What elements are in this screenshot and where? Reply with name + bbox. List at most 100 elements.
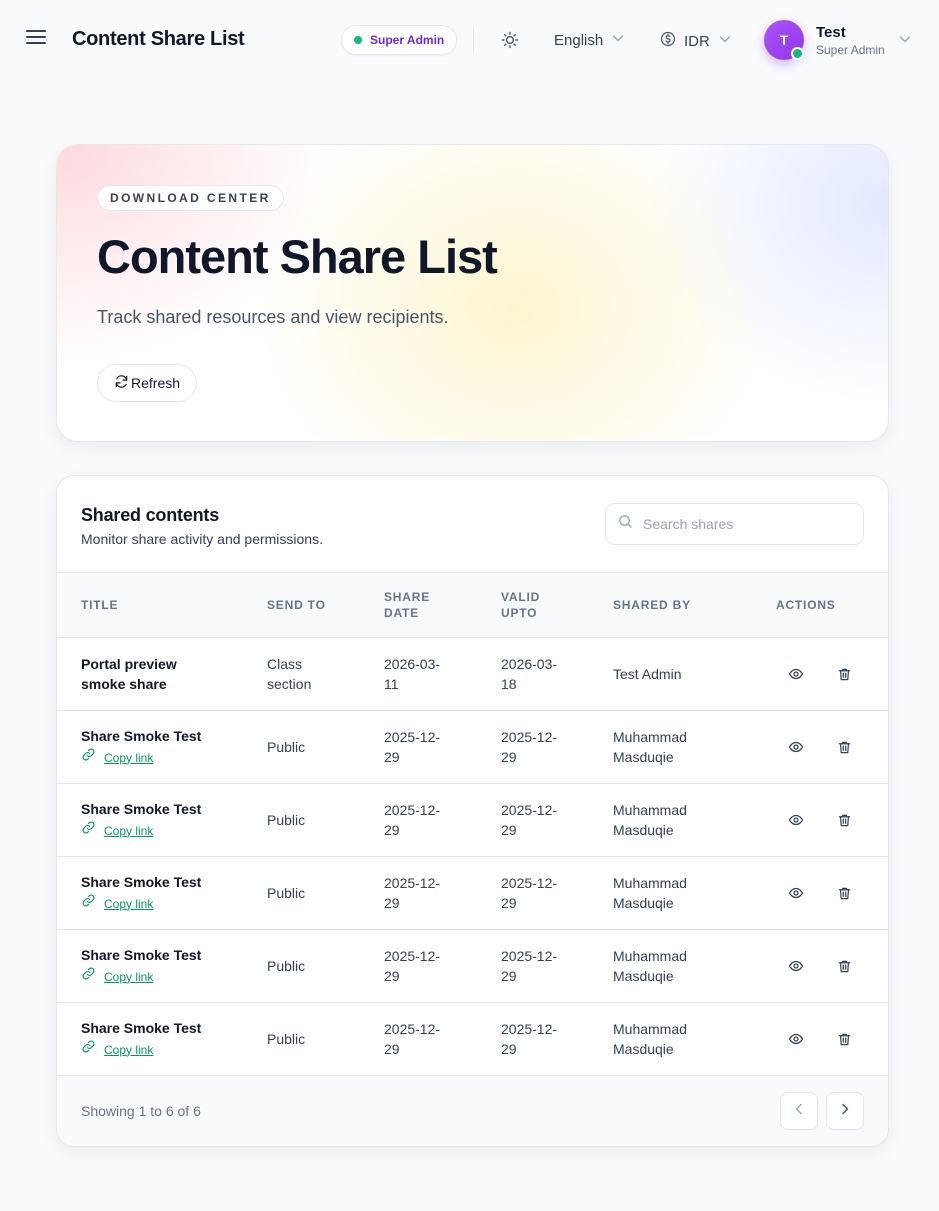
divider: [473, 28, 474, 52]
chevron-right-icon: [838, 1102, 852, 1121]
cell-shared-by: Muhammad Masduqie: [613, 1021, 687, 1057]
refresh-button[interactable]: Refresh: [97, 364, 198, 402]
cell-share-date: 2026-03-11: [384, 656, 441, 692]
search-box: [605, 503, 864, 545]
trash-icon[interactable]: [834, 883, 854, 903]
link-icon: [81, 966, 96, 987]
eye-icon[interactable]: [786, 883, 806, 903]
copy-link-button[interactable]: Copy link: [81, 747, 211, 768]
table-row: Share Smoke Test Copy link Public 2025-12-2…: [57, 1003, 888, 1076]
trash-icon[interactable]: [834, 1029, 854, 1049]
cell-share-date: 2025-12-29: [384, 729, 441, 765]
eye-icon[interactable]: [786, 664, 806, 684]
trash-icon[interactable]: [834, 810, 854, 830]
language-label: English: [554, 31, 604, 49]
hero-title: Content Share List: [97, 230, 498, 283]
currency-select[interactable]: IDR: [660, 31, 732, 51]
link-icon: [81, 1039, 96, 1060]
cell-title: Share Smoke Test Copy link: [81, 1018, 211, 1060]
user-name: Test: [816, 24, 846, 41]
user-menu[interactable]: T Test Super Admin: [764, 20, 914, 62]
column-header-valid-upto: VALID UPTO: [501, 590, 541, 620]
search-icon: [618, 514, 633, 534]
cell-valid-upto: 2025-12-29: [501, 948, 558, 984]
eye-icon[interactable]: [786, 956, 806, 976]
hero-subtitle: Track shared resources and view recipien…: [97, 307, 449, 327]
cell-title: Share Smoke Test Copy link: [81, 726, 211, 768]
column-header-title: TITLE: [81, 598, 119, 612]
cell-send-to: Public: [267, 885, 306, 901]
cell-send-to: Public: [267, 739, 306, 755]
role-badge: Super Admin: [341, 25, 458, 55]
card-subtitle: Monitor share activity and permissions.: [81, 531, 323, 547]
top-bar: Content Share List Super Admin English I…: [0, 0, 939, 80]
cell-valid-upto: 2025-12-29: [501, 729, 558, 765]
link-icon: [81, 893, 96, 914]
link-icon: [81, 747, 96, 768]
next-page-button[interactable]: [826, 1092, 864, 1130]
chevron-down-icon: [718, 32, 732, 50]
currency-label: IDR: [684, 32, 710, 50]
trash-icon[interactable]: [834, 737, 854, 757]
copy-link-label: Copy link: [104, 969, 154, 984]
chevron-left-icon: [792, 1102, 806, 1121]
copy-link-button[interactable]: Copy link: [81, 966, 211, 987]
cell-shared-by: Muhammad Masduqie: [613, 802, 687, 838]
eye-icon[interactable]: [786, 810, 806, 830]
copy-link-label: Copy link: [104, 823, 154, 838]
eyebrow-badge: DOWNLOAD CENTER: [97, 185, 284, 211]
cell-shared-by: Muhammad Masduqie: [613, 729, 687, 765]
cell-send-to: Public: [267, 958, 306, 974]
table-header: TITLE SEND TO SHARE DATE VALID UPTO SHAR…: [57, 572, 888, 638]
cell-share-date: 2025-12-29: [384, 1021, 441, 1057]
eye-icon[interactable]: [786, 1029, 806, 1049]
copy-link-label: Copy link: [104, 1042, 154, 1057]
table-body: Portal preview smoke share Class section 2…: [57, 638, 888, 1076]
column-header-shared-by: SHARED BY: [613, 598, 691, 612]
copy-link-button[interactable]: Copy link: [81, 1039, 211, 1060]
hamburger-menu-icon[interactable]: [26, 30, 46, 50]
trash-icon[interactable]: [834, 664, 854, 684]
table-row: Portal preview smoke share Class section 2…: [57, 638, 888, 711]
cell-shared-by: Muhammad Masduqie: [613, 875, 687, 911]
cell-share-date: 2025-12-29: [384, 948, 441, 984]
page-title: Content Share List: [72, 28, 245, 50]
refresh-label: Refresh: [131, 375, 181, 391]
online-dot: [354, 36, 362, 44]
cell-title: Share Smoke Test Copy link: [81, 872, 211, 914]
shared-contents-card: Shared contents Monitor share activity a…: [56, 475, 889, 1147]
cell-share-date: 2025-12-29: [384, 875, 441, 911]
cell-send-to: Public: [267, 1031, 306, 1047]
copy-link-button[interactable]: Copy link: [81, 820, 211, 841]
cell-title: Portal preview smoke share: [81, 654, 211, 694]
row-title: Share Smoke Test: [81, 1020, 202, 1036]
trash-icon[interactable]: [834, 956, 854, 976]
column-header-actions: ACTIONS: [776, 598, 836, 612]
sun-icon[interactable]: [500, 30, 520, 50]
cell-send-to: Class section: [267, 656, 312, 692]
cell-valid-upto: 2025-12-29: [501, 802, 558, 838]
cell-share-date: 2025-12-29: [384, 802, 441, 838]
cell-valid-upto: 2025-12-29: [501, 1021, 558, 1057]
chevron-down-icon: [611, 31, 625, 49]
eye-icon[interactable]: [786, 737, 806, 757]
dollar-circle-icon: [660, 31, 676, 51]
copy-link-label: Copy link: [104, 750, 154, 765]
previous-page-button[interactable]: [780, 1092, 818, 1130]
copy-link-label: Copy link: [104, 896, 154, 911]
column-header-send-to: SEND TO: [267, 598, 326, 612]
column-header-share-date: SHARE DATE: [384, 590, 431, 620]
row-title: Share Smoke Test: [81, 801, 202, 817]
table-row: Share Smoke Test Copy link Public 2025-12-2…: [57, 857, 888, 930]
row-title: Share Smoke Test: [81, 728, 202, 744]
table-row: Share Smoke Test Copy link Public 2025-12-2…: [57, 711, 888, 784]
refresh-icon: [114, 374, 129, 392]
language-select[interactable]: English: [554, 31, 625, 49]
user-role: Super Admin: [816, 43, 885, 57]
copy-link-button[interactable]: Copy link: [81, 893, 211, 914]
table-row: Share Smoke Test Copy link Public 2025-12-2…: [57, 930, 888, 1003]
table-row: Share Smoke Test Copy link Public 2025-12-2…: [57, 784, 888, 857]
online-status-dot: [791, 47, 804, 60]
chevron-down-icon: [898, 32, 912, 51]
search-input[interactable]: [643, 516, 843, 532]
